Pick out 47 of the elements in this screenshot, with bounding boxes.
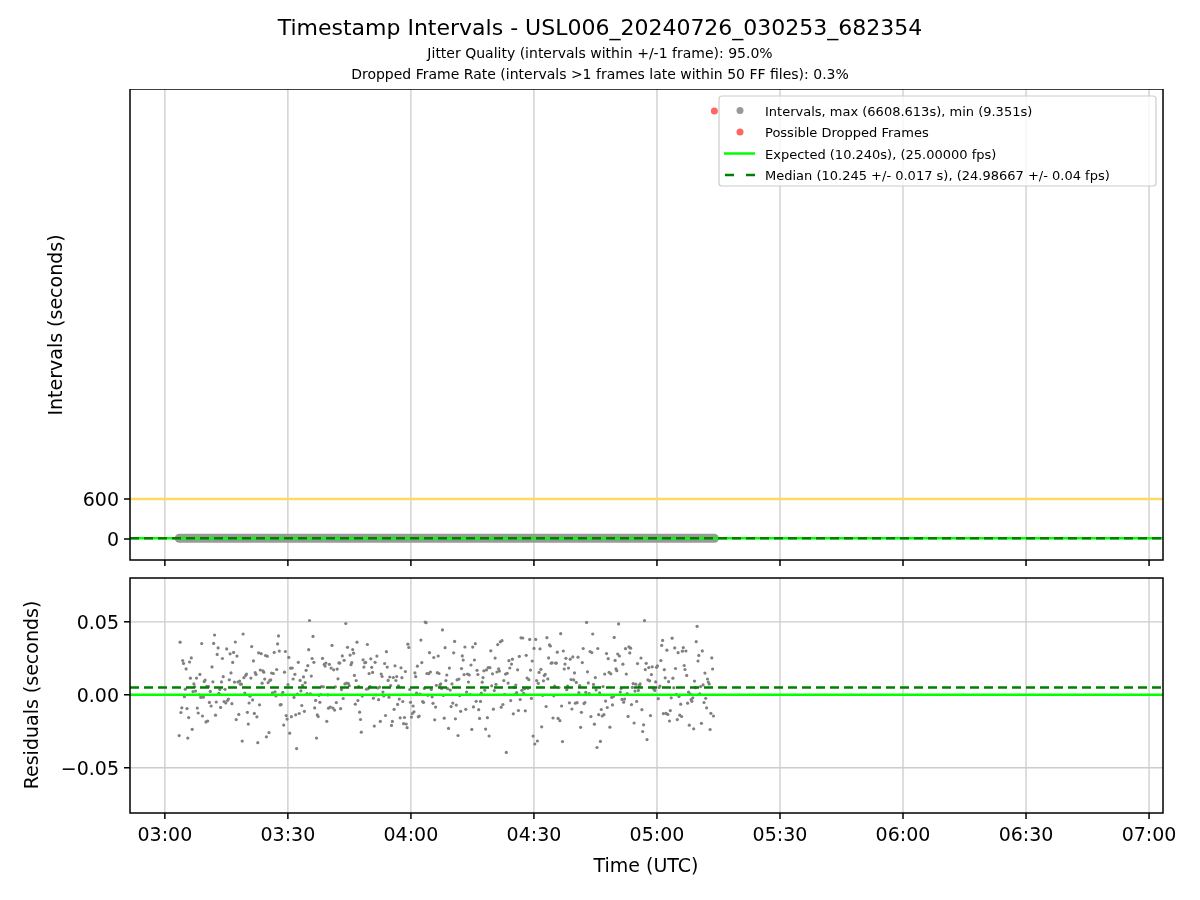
- tick-mark: [164, 559, 166, 567]
- tick-mark: [287, 812, 289, 820]
- tick-mark: [1148, 559, 1150, 567]
- tick-mark: [410, 559, 412, 567]
- tick-label: −0.05: [60, 756, 119, 779]
- legend-label: Median (10.245 +/- 0.017 s), (24.98667 +/- 0.04 fps): [765, 168, 1110, 183]
- tick-mark: [1025, 559, 1027, 567]
- y-axis-label: Intervals (seconds): [44, 234, 66, 416]
- tick-mark: [287, 559, 289, 567]
- tick-label: 05:30: [752, 823, 808, 845]
- x-axis-label: Time (UTC): [593, 854, 699, 876]
- tick-label: 03:00: [137, 823, 193, 845]
- tick-mark: [902, 559, 904, 567]
- tick-label: 04:00: [383, 823, 439, 845]
- tick-mark: [1148, 812, 1150, 820]
- tick-label: 0: [106, 528, 119, 550]
- tick-mark: [779, 812, 781, 820]
- chart-subtitle: Dropped Frame Rate (intervals >1 frames late within 50 FF files): 0.3%: [351, 65, 849, 84]
- chart-subtitle: Jitter Quality (intervals within +/-1 frame): 95.0%: [427, 44, 773, 63]
- tick-mark: [533, 812, 535, 820]
- tick-mark: [779, 559, 781, 567]
- tick-label: 04:30: [506, 823, 562, 845]
- chart-title: Timestamp Intervals - USL006_20240726_030253_682354: [277, 14, 923, 43]
- legend-label: Expected (10.240s), (25.00000 fps): [765, 146, 997, 162]
- tick-label: 600: [82, 488, 119, 510]
- tick-mark: [902, 812, 904, 820]
- legend-label: Intervals, max (6608.613s), min (9.351s): [765, 103, 1033, 119]
- tick-mark: [123, 694, 131, 696]
- legend-label: Possible Dropped Frames: [765, 125, 929, 140]
- tick-mark: [164, 812, 166, 820]
- tick-mark: [656, 559, 658, 567]
- tick-label: 06:30: [998, 823, 1054, 845]
- tick-mark: [123, 498, 131, 500]
- tick-label: 0.05: [76, 610, 119, 633]
- tick-label: 03:30: [260, 823, 316, 845]
- tick-label: 07:00: [1121, 823, 1177, 845]
- tick-label: 06:00: [875, 823, 931, 845]
- tick-label: 05:00: [629, 823, 685, 845]
- tick-label: 0.00: [76, 683, 119, 706]
- tick-mark: [123, 621, 131, 623]
- tick-mark: [123, 767, 131, 769]
- tick-mark: [123, 538, 131, 540]
- tick-mark: [410, 812, 412, 820]
- y-axis-label: Residuals (seconds): [20, 600, 42, 790]
- tick-mark: [1025, 812, 1027, 820]
- tick-mark: [533, 559, 535, 567]
- tick-mark: [656, 812, 658, 820]
